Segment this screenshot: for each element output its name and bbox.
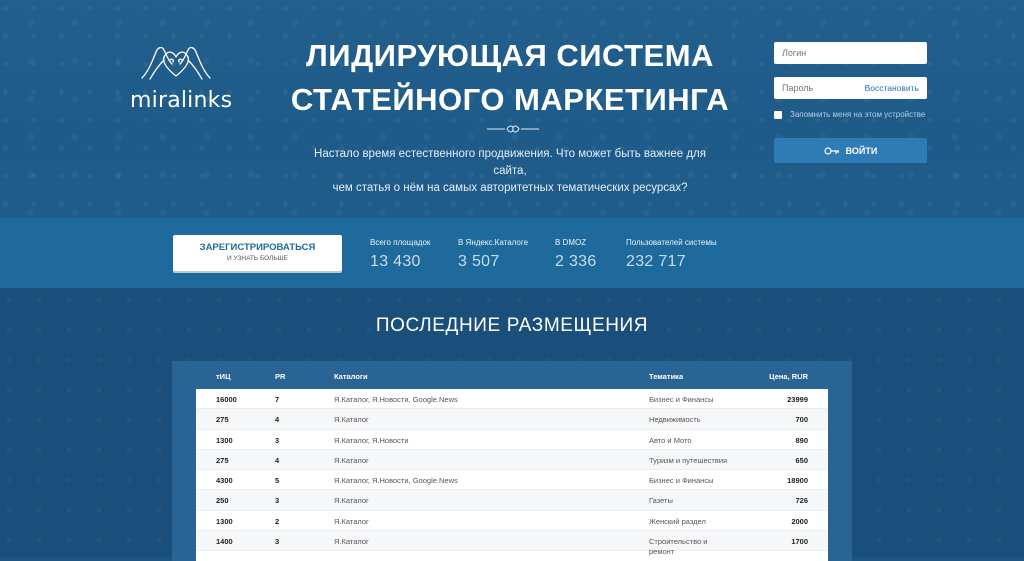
cell-price: 18900 [787, 476, 808, 486]
stat-value: 232 717 [626, 253, 686, 270]
ornament-divider-icon [487, 125, 539, 133]
table-row: 16000 7 Я.Каталог, Я.Новости, Google.News Б… [196, 389, 828, 410]
remember-me-label: Запомнить меня на этом устройстве [790, 110, 926, 119]
table-row: 275 4 Я.Каталог Недвижимость 700 [196, 409, 828, 430]
cell-catalogs: Я.Каталог [334, 455, 369, 465]
cell-price: 890 [795, 435, 808, 445]
cell-pr: 5 [275, 476, 280, 486]
cell-price: 700 [795, 415, 808, 425]
cell-catalogs: Я.Каталог [334, 496, 369, 506]
stat-users: Пользователей системы 232 717 [626, 238, 717, 271]
cell-pr: 3 [275, 496, 280, 506]
register-button-title: ЗАРЕГИСТРИРОВАТЬСЯ [199, 242, 316, 253]
remember-me-checkbox[interactable] [774, 110, 782, 119]
cell-catalogs: Я.Каталог [334, 537, 369, 547]
table-row: 4300 5 Я.Каталог, Я.Новости, Google.News Би… [196, 470, 828, 491]
cell-pr: 3 [275, 537, 280, 547]
stat-value: 3 507 [458, 253, 500, 270]
hero-description: Настало время естественного продвижения.… [300, 146, 720, 197]
headline-line: ЛИДИРУЮЩАЯ СИСТЕМА [306, 38, 714, 73]
cell-topic: Недвижимость [649, 415, 701, 425]
cell-tic: 1400 [216, 537, 233, 547]
header-topic: Тематика [649, 372, 684, 381]
stat-label: Всего площадок [370, 238, 431, 247]
cell-price: 726 [795, 496, 808, 506]
logo[interactable]: miralinks [126, 38, 232, 118]
stat-label: Пользователей системы [626, 238, 717, 247]
section-title: ПОСЛЕДНИЕ РАЗМЕЩЕНИЯ [375, 315, 649, 336]
cell-topic: Бизнес и Финансы [649, 476, 714, 486]
table-row: 1400 3 Я.Каталог Строительство и ремонт 1700 [196, 531, 828, 556]
stat-label: В DMOZ [555, 238, 587, 247]
table-row: 250 3 Я.Каталог Газеты 726 [196, 490, 828, 511]
cell-topic: Бизнес и Финансы [649, 395, 714, 404]
cell-pr: 7 [275, 395, 280, 404]
table-row: 1300 3 Я.Каталог, Я.Новости Авто и Мото 890 [196, 430, 828, 450]
cell-price: 2000 [791, 516, 808, 526]
cell-price: 23999 [787, 395, 808, 404]
stat-dmoz: В DMOZ 2 336 [555, 238, 597, 271]
heart-hands-icon [141, 46, 211, 80]
cell-topic: Газеты [649, 496, 673, 506]
description-line: Настало время естественного продвижения.… [314, 148, 706, 177]
cell-pr: 4 [275, 455, 280, 465]
password-input[interactable] [782, 83, 852, 93]
header-pr: PR [275, 372, 286, 381]
cell-catalogs: Я.Каталог, Я.Новости, Google.News [334, 395, 458, 404]
placements-section: ПОСЛЕДНИЕ РАЗМЕЩЕНИЯ тИЦ PR Каталоги Тем… [0, 288, 1024, 561]
cell-price: 1700 [791, 537, 808, 547]
restore-password-link[interactable]: Восстановить [865, 83, 919, 93]
login-input[interactable] [774, 42, 927, 64]
page-headline: ЛИДИРУЮЩАЯ СИСТЕМА СТАТЕЙНОГО МАРКЕТИНГА [270, 34, 750, 122]
logo-text: miralinks [130, 88, 233, 113]
key-icon [824, 146, 839, 155]
table-header: тИЦ PR Каталоги Тематика Цена, RUR [196, 361, 828, 389]
cell-tic: 250 [216, 496, 229, 506]
cell-tic: 4300 [216, 476, 233, 486]
header-price: Цена, RUR [769, 372, 808, 381]
table-row: 275 4 Я.Каталог Туризм и путешествия 650 [196, 449, 828, 471]
cell-catalogs: Я.Каталог, Я.Новости, Google.News [334, 476, 458, 486]
headline-line: СТАТЕЙНОГО МАРКЕТИНГА [290, 82, 730, 117]
register-button[interactable]: ЗАРЕГИСТРИРОВАТЬСЯ И УЗНАТЬ БОЛЬШЕ [173, 235, 342, 271]
cell-tic: 1300 [216, 435, 233, 445]
stats-bar: ЗАРЕГИСТРИРОВАТЬСЯ И УЗНАТЬ БОЛЬШЕ Всего… [0, 218, 1024, 288]
hero-section: miralinks ЛИДИРУЮЩАЯ СИСТЕМА СТАТЕЙНОГО … [0, 0, 1024, 218]
header-tic: тИЦ [216, 372, 231, 381]
cell-pr: 2 [275, 516, 280, 526]
header-catalogs: Каталоги [334, 372, 368, 381]
table-body: 16000 7 Я.Каталог, Я.Новости, Google.News Б… [196, 389, 828, 561]
cell-catalogs: Я.Каталог, Я.Новости [334, 435, 409, 445]
table-row: 1300 2 Я.Каталог Женский раздел 2000 [196, 511, 828, 532]
stat-total-sites: Всего площадок 13 430 [370, 238, 430, 271]
login-button-label: ВОЙТИ [845, 145, 878, 156]
stat-value: 13 430 [370, 253, 421, 270]
remember-me[interactable]: Запомнить меня на этом устройстве [774, 110, 925, 119]
cell-pr: 3 [275, 435, 280, 445]
cell-tic: 275 [216, 415, 229, 425]
stat-yandex-catalog: В Яндекс.Каталоге 3 507 [458, 238, 528, 271]
description-line: чем статья о нём на самых авторитетных т… [332, 182, 688, 194]
cell-topic: Женский раздел [649, 516, 706, 526]
cell-tic: 275 [216, 455, 229, 465]
cell-tic: 1300 [216, 516, 233, 526]
cell-pr: 4 [275, 415, 280, 425]
cell-topic: Авто и Мото [649, 435, 692, 445]
password-field[interactable]: Восстановить [774, 77, 927, 99]
placements-table: тИЦ PR Каталоги Тематика Цена, RUR 16000… [172, 361, 852, 561]
cell-price: 650 [795, 455, 808, 465]
cell-catalogs: Я.Каталог [334, 516, 369, 526]
cell-tic: 16000 [216, 395, 237, 404]
stat-value: 2 336 [555, 253, 597, 270]
cell-topic: Туризм и путешествия [649, 455, 728, 465]
stat-label: В Яндекс.Каталоге [458, 238, 529, 247]
cell-catalogs: Я.Каталог [334, 415, 369, 425]
cell-topic: Строительство и ремонт [649, 537, 708, 557]
login-button[interactable]: ВОЙТИ [774, 138, 927, 163]
register-button-subtitle: И УЗНАТЬ БОЛЬШЕ [227, 255, 288, 262]
